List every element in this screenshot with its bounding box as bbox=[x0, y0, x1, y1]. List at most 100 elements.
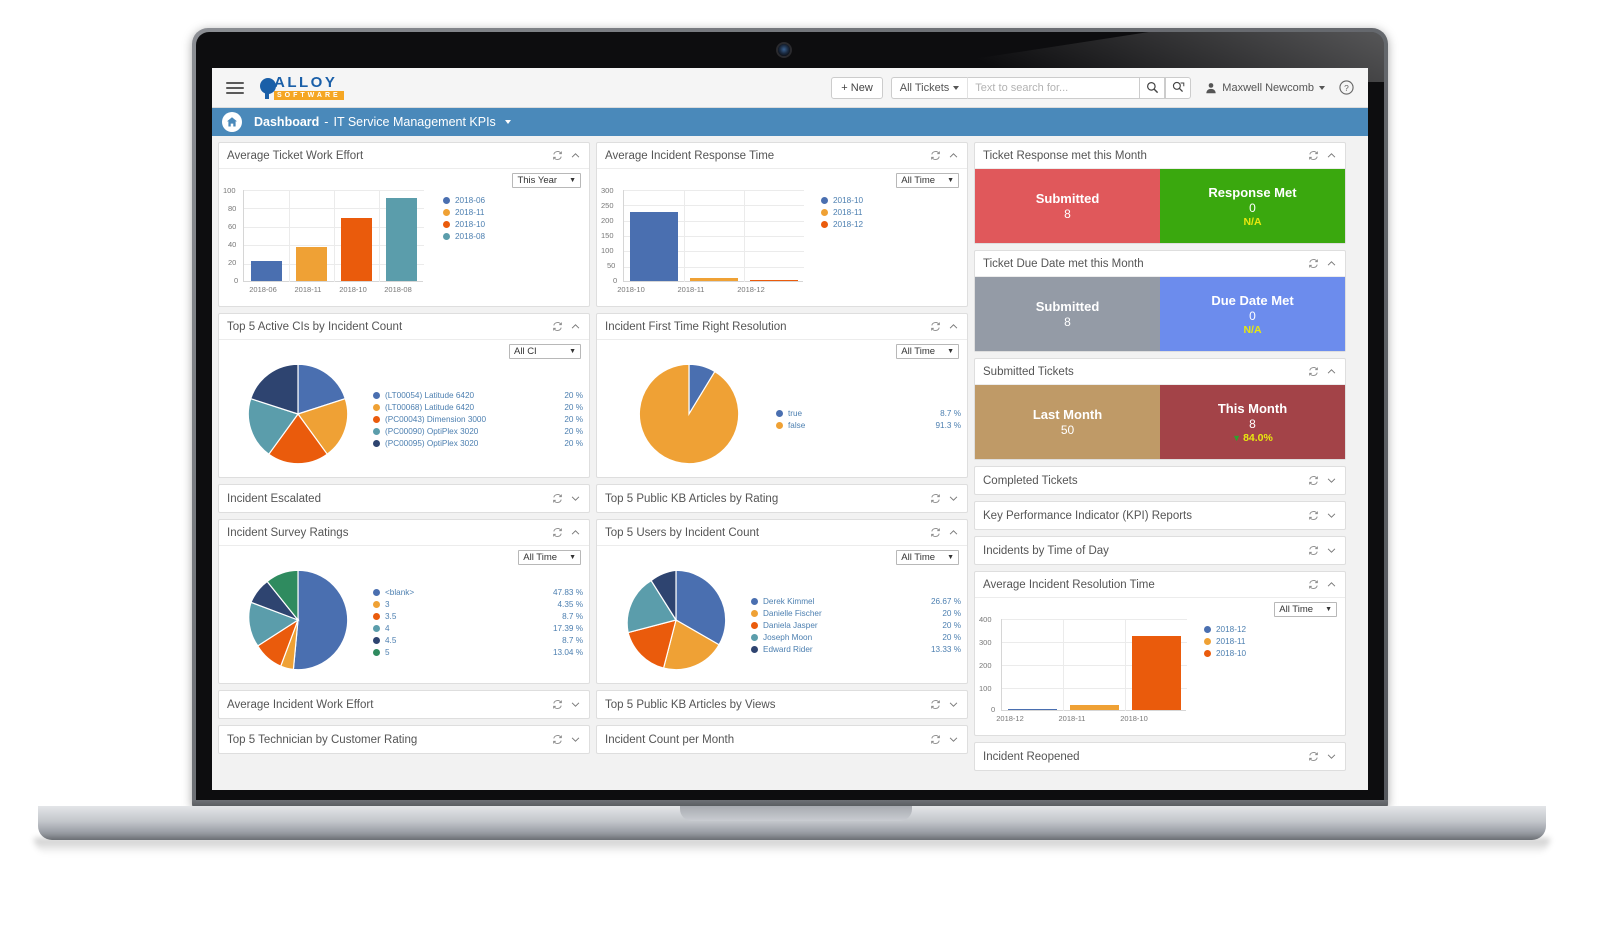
pie-chart-first-time-right bbox=[601, 360, 776, 468]
refresh-icon[interactable] bbox=[1308, 258, 1319, 269]
filter-dropdown[interactable]: All Time ▼ bbox=[1274, 602, 1337, 617]
panel-incident-escalated[interactable]: Incident Escalated bbox=[218, 484, 590, 513]
chevron-down-icon[interactable] bbox=[1326, 545, 1337, 556]
chevron-down-icon[interactable] bbox=[570, 699, 581, 710]
refresh-icon[interactable] bbox=[552, 150, 563, 161]
chevron-up-icon[interactable] bbox=[948, 321, 959, 332]
panel-body: All Time ▼ 300 250 200 150 100 50 0 2018… bbox=[597, 169, 967, 306]
legend-swatch bbox=[821, 209, 828, 216]
panel-header[interactable]: Incident Reopened bbox=[975, 743, 1345, 770]
hamburger-icon[interactable] bbox=[226, 79, 244, 97]
filter-dropdown[interactable]: All CI ▼ bbox=[509, 344, 581, 359]
chevron-up-icon[interactable] bbox=[570, 150, 581, 161]
user-menu[interactable]: Maxwell Newcomb bbox=[1205, 82, 1325, 94]
panel-header[interactable]: Key Performance Indicator (KPI) Reports bbox=[975, 502, 1345, 529]
chevron-down-icon[interactable] bbox=[1326, 510, 1337, 521]
webcam-icon bbox=[778, 44, 790, 56]
filter-dropdown[interactable]: All Time ▼ bbox=[518, 550, 581, 565]
chevron-down-icon: ▼ bbox=[569, 177, 576, 184]
panel-top5-kb-articles-by-views[interactable]: Top 5 Public KB Articles by Views bbox=[596, 690, 968, 719]
chevron-up-icon[interactable] bbox=[570, 527, 581, 538]
help-icon[interactable]: ? bbox=[1339, 80, 1354, 95]
chevron-up-icon[interactable] bbox=[1326, 150, 1337, 161]
chevron-up-icon[interactable] bbox=[948, 150, 959, 161]
legend-item: 2018-10 bbox=[821, 196, 863, 205]
refresh-icon[interactable] bbox=[930, 321, 941, 332]
kpi-tile-response-met[interactable]: Response Met 0 N/A bbox=[1160, 169, 1345, 243]
kpi-tile-submitted[interactable]: Submitted 8 bbox=[975, 277, 1160, 351]
filter-dropdown[interactable]: All Time ▼ bbox=[896, 173, 959, 188]
panel-top5-users-by-incident-count: Top 5 Users by Incident Count All Time ▼ bbox=[596, 519, 968, 684]
panel-ticket-response-met-this-month: Ticket Response met this Month Submitted… bbox=[974, 142, 1346, 244]
panel-completed-tickets[interactable]: Completed Tickets bbox=[974, 466, 1346, 495]
panel-header[interactable]: Top 5 Public KB Articles by Rating bbox=[597, 485, 967, 512]
refresh-icon[interactable] bbox=[930, 527, 941, 538]
refresh-icon[interactable] bbox=[1308, 510, 1319, 521]
panel-header[interactable]: Top 5 Technician by Customer Rating bbox=[219, 726, 589, 753]
refresh-icon[interactable] bbox=[930, 493, 941, 504]
chevron-up-icon[interactable] bbox=[1326, 366, 1337, 377]
chevron-up-icon[interactable] bbox=[948, 527, 959, 538]
refresh-icon[interactable] bbox=[552, 699, 563, 710]
refresh-icon[interactable] bbox=[1308, 475, 1319, 486]
panel-header[interactable]: Completed Tickets bbox=[975, 467, 1345, 494]
filter-dropdown[interactable]: All Time ▼ bbox=[896, 550, 959, 565]
refresh-icon[interactable] bbox=[1308, 366, 1319, 377]
chevron-down-icon[interactable] bbox=[948, 493, 959, 504]
filter-dropdown[interactable]: All Time ▼ bbox=[896, 344, 959, 359]
panel-incidents-by-time-of-day[interactable]: Incidents by Time of Day bbox=[974, 536, 1346, 565]
refresh-icon[interactable] bbox=[552, 321, 563, 332]
panel-incident-count-per-month[interactable]: Incident Count per Month bbox=[596, 725, 968, 754]
panel-header: Average Incident Resolution Time bbox=[975, 572, 1345, 598]
panel-header[interactable]: Top 5 Public KB Articles by Views bbox=[597, 691, 967, 718]
new-button[interactable]: + New bbox=[831, 76, 883, 99]
chevron-down-icon[interactable] bbox=[570, 734, 581, 745]
kpi-tile-due-date-met[interactable]: Due Date Met 0 N/A bbox=[1160, 277, 1345, 351]
panel-header: Ticket Response met this Month bbox=[975, 143, 1345, 169]
refresh-icon[interactable] bbox=[1308, 545, 1319, 556]
chevron-down-icon[interactable] bbox=[1326, 475, 1337, 486]
chevron-up-icon[interactable] bbox=[1326, 579, 1337, 590]
refresh-icon[interactable] bbox=[930, 150, 941, 161]
panel-title: Top 5 Users by Incident Count bbox=[605, 526, 760, 539]
home-icon[interactable] bbox=[222, 112, 242, 132]
refresh-icon[interactable] bbox=[930, 734, 941, 745]
filter-value: All Time bbox=[523, 552, 558, 563]
breadcrumb-current[interactable]: IT Service Management KPIs bbox=[333, 115, 495, 129]
legend-item: 2018-11 bbox=[443, 208, 485, 217]
breadcrumb-root[interactable]: Dashboard bbox=[254, 115, 319, 129]
chevron-down-icon[interactable] bbox=[948, 699, 959, 710]
chevron-up-icon[interactable] bbox=[1326, 258, 1337, 269]
legend-swatch bbox=[821, 197, 828, 204]
refresh-icon[interactable] bbox=[1308, 751, 1319, 762]
chevron-down-icon[interactable] bbox=[948, 734, 959, 745]
panel-top5-kb-articles-by-rating[interactable]: Top 5 Public KB Articles by Rating bbox=[596, 484, 968, 513]
panel-header[interactable]: Average Incident Work Effort bbox=[219, 691, 589, 718]
search-icon[interactable] bbox=[1139, 76, 1166, 99]
kpi-tile-submitted[interactable]: Submitted 8 bbox=[975, 169, 1160, 243]
refresh-icon[interactable] bbox=[1308, 150, 1319, 161]
chevron-down-icon[interactable] bbox=[1326, 751, 1337, 762]
refresh-icon[interactable] bbox=[930, 699, 941, 710]
filter-dropdown[interactable]: This Year ▼ bbox=[512, 173, 581, 188]
refresh-icon[interactable] bbox=[552, 527, 563, 538]
search-input[interactable] bbox=[967, 76, 1140, 99]
panel-header[interactable]: Incidents by Time of Day bbox=[975, 537, 1345, 564]
saved-search-icon[interactable] bbox=[1165, 76, 1192, 99]
refresh-icon[interactable] bbox=[552, 493, 563, 504]
panel-kpi-reports[interactable]: Key Performance Indicator (KPI) Reports bbox=[974, 501, 1346, 530]
panel-header[interactable]: Incident Count per Month bbox=[597, 726, 967, 753]
panel-average-incident-work-effort[interactable]: Average Incident Work Effort bbox=[218, 690, 590, 719]
chevron-down-icon[interactable] bbox=[570, 493, 581, 504]
chevron-up-icon[interactable] bbox=[570, 321, 581, 332]
panel-header[interactable]: Incident Escalated bbox=[219, 485, 589, 512]
chevron-down-icon[interactable] bbox=[504, 120, 511, 124]
panel-top5-technician-by-customer-rating[interactable]: Top 5 Technician by Customer Rating bbox=[218, 725, 590, 754]
ticket-scope-dropdown[interactable]: All Tickets bbox=[890, 76, 968, 99]
kpi-tile-last-month[interactable]: Last Month 50 bbox=[975, 385, 1160, 459]
refresh-icon[interactable] bbox=[552, 734, 563, 745]
refresh-icon[interactable] bbox=[1308, 579, 1319, 590]
kpi-label: Due Date Met bbox=[1211, 292, 1294, 308]
kpi-tile-this-month[interactable]: This Month 8 84.0% bbox=[1160, 385, 1345, 459]
panel-incident-reopened[interactable]: Incident Reopened bbox=[974, 742, 1346, 771]
